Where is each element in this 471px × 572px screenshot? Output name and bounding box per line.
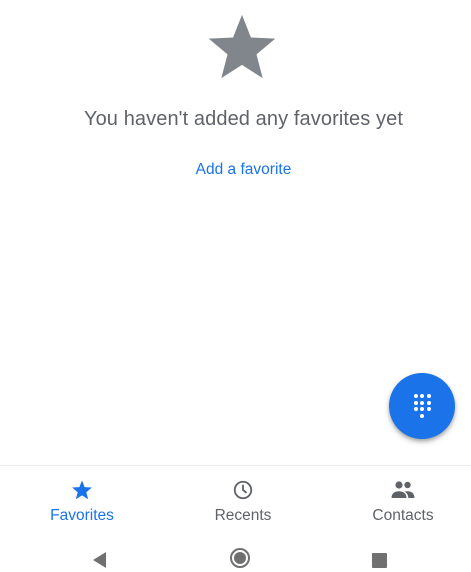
system-navigation-bar <box>0 538 471 572</box>
tab-recents[interactable]: Recents <box>195 466 291 539</box>
star-icon <box>208 14 276 79</box>
dialpad-button[interactable] <box>389 373 455 439</box>
home-icon[interactable] <box>230 548 250 568</box>
back-icon[interactable] <box>93 552 106 568</box>
tab-recents-label: Recents <box>214 507 272 524</box>
overview-icon[interactable] <box>372 553 387 568</box>
people-icon <box>390 478 416 502</box>
clock-icon <box>232 478 254 502</box>
tab-contacts-label: Contacts <box>372 507 434 524</box>
home-icon-inner <box>234 552 246 564</box>
tab-favorites[interactable]: Favorites <box>34 466 130 539</box>
tab-contacts[interactable]: Contacts <box>355 466 451 539</box>
add-favorite-link[interactable]: Add a favorite <box>0 161 471 179</box>
tab-favorites-label: Favorites <box>50 507 114 524</box>
empty-state-message: You haven't added any favorites yet <box>83 108 404 130</box>
dialpad-icon <box>413 394 431 418</box>
bottom-navigation: Favorites Recents Contacts <box>0 465 471 539</box>
star-icon <box>71 478 93 502</box>
